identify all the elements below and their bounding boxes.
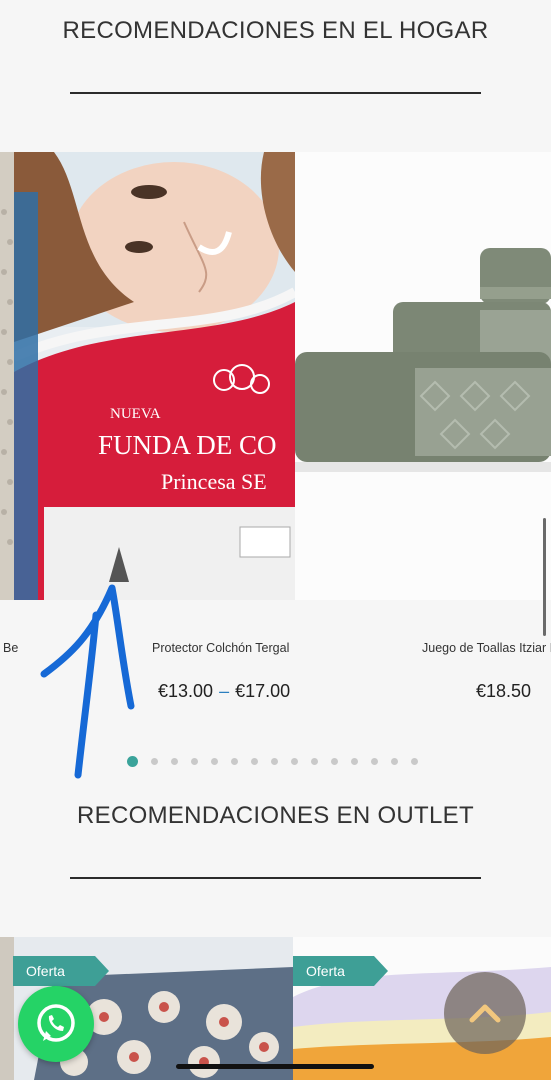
annotation-arrow — [40, 584, 135, 779]
chevron-up-icon — [469, 1004, 501, 1023]
whatsapp-icon — [37, 1004, 75, 1042]
whatsapp-button[interactable] — [18, 986, 94, 1062]
home-indicator — [176, 1064, 374, 1069]
scroll-to-top-button[interactable] — [444, 972, 526, 1054]
